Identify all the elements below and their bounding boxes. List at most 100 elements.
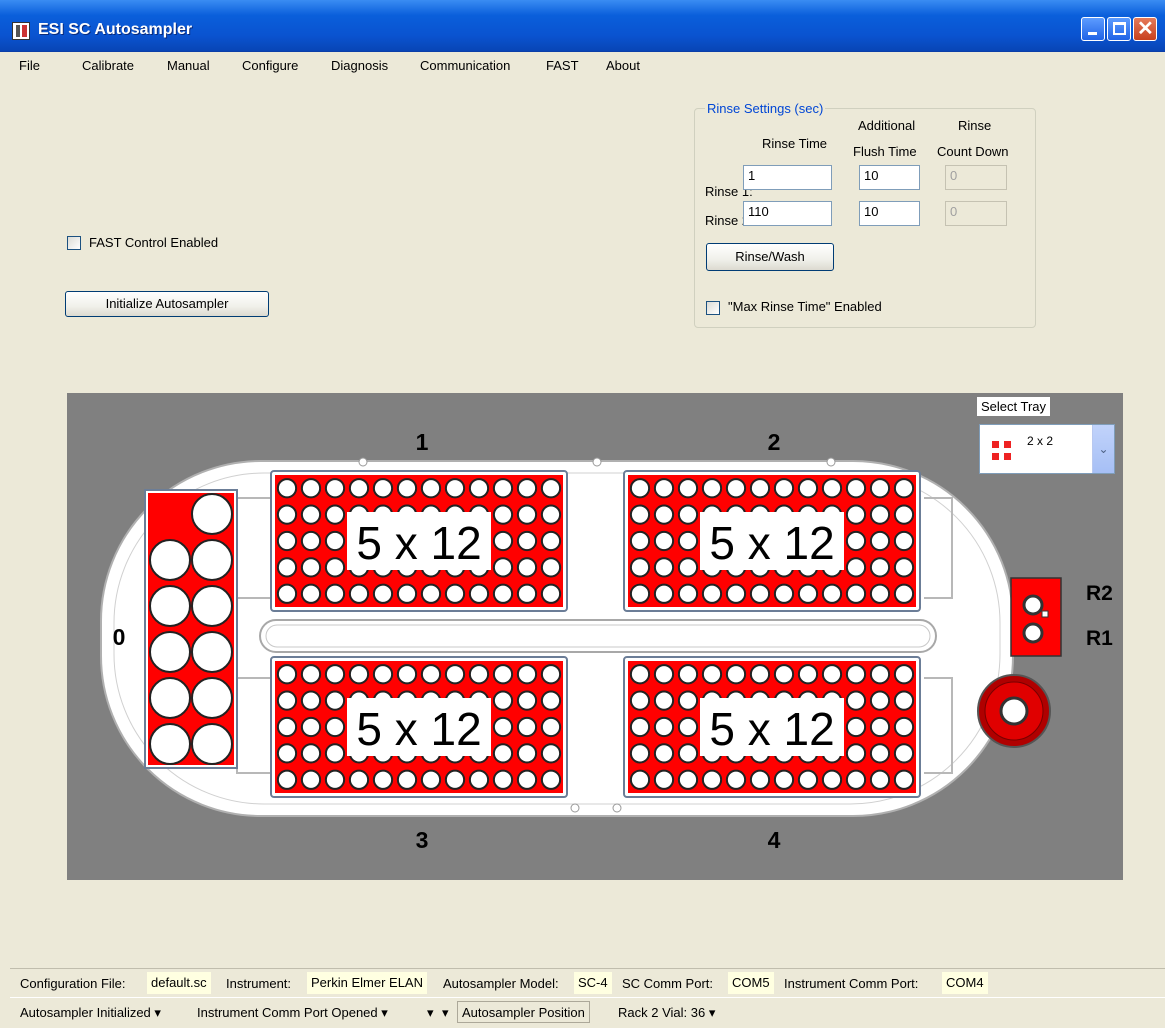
rack-number-4: 4 <box>768 827 781 853</box>
vial <box>372 583 394 604</box>
vial <box>725 664 747 685</box>
vial <box>629 664 651 685</box>
vial <box>348 769 370 790</box>
rack-label: 5 x 12 <box>356 703 481 755</box>
config-file-label: Configuration File: <box>20 976 126 991</box>
vial <box>893 478 915 499</box>
rack-3[interactable]: 5 x 12 <box>270 656 568 798</box>
rinse-1-flush-field[interactable]: 10 <box>859 165 920 190</box>
vial <box>869 769 891 790</box>
status-dropdown-blank[interactable]: ▾ <box>442 1005 449 1021</box>
select-tray-label: Select Tray <box>977 397 1051 416</box>
vial <box>444 583 466 604</box>
vial <box>701 478 723 499</box>
chevron-down-icon[interactable]: ⌄ <box>1092 425 1114 473</box>
vial <box>845 478 867 499</box>
vial <box>653 557 675 578</box>
vial <box>492 743 514 764</box>
vial <box>324 690 346 711</box>
vial <box>300 478 322 499</box>
rinse-1-countdown-field: 0 <box>945 165 1007 190</box>
vial <box>869 557 891 578</box>
vial <box>629 769 651 790</box>
rinse-1-time-field[interactable]: 1 <box>743 165 832 190</box>
initialize-autosampler-button[interactable]: Initialize Autosampler <box>65 291 269 317</box>
vial <box>821 664 843 685</box>
large-vial <box>191 677 233 719</box>
max-rinse-time-checkbox[interactable] <box>706 301 720 315</box>
vial <box>516 743 538 764</box>
autosampler-initialized-status[interactable]: Autosampler Initialized ▾ <box>20 1005 161 1021</box>
vial <box>653 530 675 552</box>
connector-dot <box>826 457 836 467</box>
main-window: ESI SC Autosampler ✕ File Calibrate Manu… <box>0 0 1165 1028</box>
vial <box>516 583 538 604</box>
rinse-wash-button[interactable]: Rinse/Wash <box>706 243 834 271</box>
max-rinse-time-label: "Max Rinse Time" Enabled <box>728 299 882 314</box>
menu-calibrate[interactable]: Calibrate <box>82 58 134 73</box>
rack-1[interactable]: 5 x 12 <box>270 470 568 612</box>
menu-communication[interactable]: Communication <box>420 58 510 73</box>
vial <box>348 583 370 604</box>
instrument-port-opened-status[interactable]: Instrument Comm Port Opened ▾ <box>197 1005 388 1021</box>
vial <box>629 557 651 578</box>
vial <box>420 769 442 790</box>
rinse-2-flush-field[interactable]: 10 <box>859 201 920 226</box>
large-vial <box>191 539 233 581</box>
vial <box>276 530 298 552</box>
rack-4[interactable]: 5 x 12 <box>623 656 921 798</box>
vial <box>629 504 651 525</box>
status-dropdown-blank[interactable]: ▾ <box>427 1005 434 1021</box>
instrument-port-opened-text: Instrument Comm Port Opened <box>197 1005 378 1020</box>
vial <box>492 504 514 525</box>
vial <box>324 664 346 685</box>
title-bar[interactable]: ESI SC Autosampler ✕ <box>0 0 1165 52</box>
maximize-button[interactable] <box>1107 17 1131 41</box>
vial <box>516 504 538 525</box>
rack-2[interactable]: 5 x 12 <box>623 470 921 612</box>
autosampler-position-status[interactable]: Rack 2 Vial: 36 ▾ <box>618 1005 715 1021</box>
vial <box>797 583 819 604</box>
menu-bar: File Calibrate Manual Configure Diagnosi… <box>0 52 1165 78</box>
vial <box>893 690 915 711</box>
large-vial <box>149 539 191 581</box>
minimize-button[interactable] <box>1081 17 1105 41</box>
vial <box>629 530 651 552</box>
rinse-countdown-header-1: Rinse <box>958 118 992 133</box>
vial <box>492 664 514 685</box>
vial <box>300 690 322 711</box>
vial <box>468 769 490 790</box>
vial <box>869 690 891 711</box>
menu-diagnosis[interactable]: Diagnosis <box>331 58 388 73</box>
menu-configure[interactable]: Configure <box>242 58 298 73</box>
vial <box>276 743 298 764</box>
menu-manual[interactable]: Manual <box>167 58 210 73</box>
vial <box>300 504 322 525</box>
menu-fast[interactable]: FAST <box>546 58 579 73</box>
rinse-port-r2 <box>1022 594 1044 616</box>
rack-0 <box>144 489 238 769</box>
vial <box>540 690 562 711</box>
vial <box>677 690 699 711</box>
additional-header: Additional <box>858 118 916 133</box>
rinse-2-time-field[interactable]: 110 <box>743 201 832 226</box>
vial <box>492 583 514 604</box>
menu-file[interactable]: File <box>19 58 40 73</box>
vial <box>869 583 891 604</box>
fast-control-checkbox[interactable] <box>67 236 81 250</box>
vial <box>444 478 466 499</box>
instrument-value: Perkin Elmer ELAN <box>307 972 427 994</box>
vial <box>324 557 346 578</box>
tray-select-dropdown[interactable]: 2 x 2 ⌄ <box>979 424 1115 474</box>
maximize-icon <box>1113 22 1126 35</box>
autosampler-position-label: Autosampler Position <box>457 1001 590 1023</box>
tray-layout-icon <box>990 437 1016 463</box>
vial <box>492 769 514 790</box>
menu-about[interactable]: About <box>606 58 640 73</box>
sc-comm-port-value: COM5 <box>728 972 774 994</box>
rack-number-0: 0 <box>113 624 126 650</box>
vial <box>893 530 915 552</box>
vial <box>677 716 699 738</box>
large-vial <box>149 677 191 719</box>
close-button[interactable]: ✕ <box>1133 17 1157 41</box>
